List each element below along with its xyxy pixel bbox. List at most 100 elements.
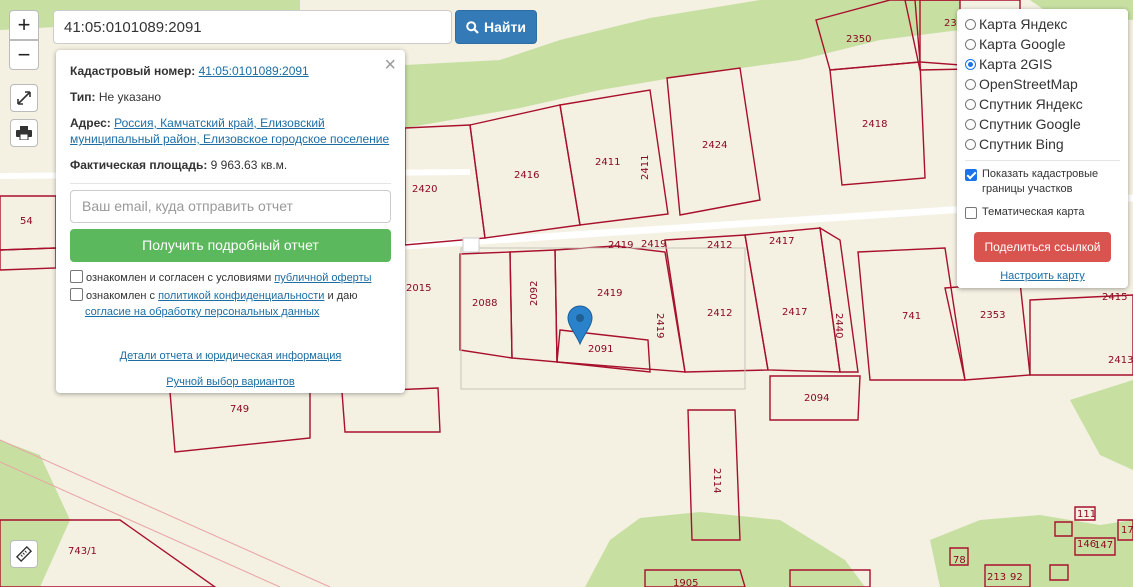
parcel-number-label: 741 [902,311,921,322]
ruler-icon [15,545,33,563]
search-button[interactable]: Найти [455,10,537,44]
close-icon[interactable]: × [384,54,396,77]
layer-option[interactable]: Карта Яндекс [965,14,1120,34]
parcel-number-label: 2413 [1108,355,1133,366]
layer-radio[interactable] [965,119,976,130]
parcel-number-label: 92 [1010,572,1023,583]
parcel-number-label: 2114 [711,468,722,493]
parcel-number-label: 2417 [769,236,794,247]
parcel-number-label: 2419 [654,313,665,338]
layer-option-label: Спутник Bing [979,136,1064,152]
share-link-button[interactable]: Поделиться ссылкой [974,232,1111,262]
print-icon [16,126,32,141]
parcel-number-label: 2353 [980,310,1005,321]
area-label: Фактическая площадь: [70,158,208,172]
type-value: Не указано [98,90,162,104]
parcel-number-label: 2350 [846,34,871,45]
parcel-number-label: 2415 [1102,292,1127,303]
parcel-number-label: 2091 [588,344,613,355]
fullscreen-button[interactable] [10,84,38,112]
parcel-number-label: 2411 [640,155,651,180]
parcel-number-label: 111 [1077,509,1096,520]
search-input[interactable] [53,10,452,44]
zoom-out-button[interactable]: − [9,40,39,70]
layer-option[interactable]: OpenStreetMap [965,74,1120,94]
cadastral-number-label: Кадастровый номер: [70,64,196,78]
layer-radio[interactable] [965,79,976,90]
address-label: Адрес: [70,116,111,130]
consent1-text: ознакомлен и согласен с условиями [86,272,272,284]
layer-radio[interactable] [965,19,976,30]
layer-option-label: Карта 2GIS [979,56,1053,72]
offer-consent-checkbox[interactable] [70,270,83,283]
layer-option-label: Спутник Яндекс [979,96,1083,112]
details-link[interactable]: Детали отчета и юридическая информация [120,350,342,362]
email-input[interactable]: Ваш email, куда отправить отчет [70,190,391,223]
layer-option[interactable]: Спутник Bing [965,134,1120,154]
personal-data-link[interactable]: согласие на обработку персональных данны… [85,306,319,318]
layer-option-label: Карта Яндекс [979,16,1068,32]
privacy-consent-checkbox[interactable] [70,288,83,301]
layer-option[interactable]: Спутник Google [965,114,1120,134]
parcel-number-label: 174 [1121,525,1133,536]
layer-radio[interactable] [965,139,976,150]
parcel-number-label: 749 [230,404,249,415]
layer-option[interactable]: Карта Google [965,34,1120,54]
parcel-number-label: 2424 [702,140,727,151]
type-label: Тип: [70,90,96,104]
layer-option-label: Карта Google [979,36,1066,52]
show-borders-checkbox[interactable] [965,169,977,181]
ruler-button[interactable] [10,540,38,568]
privacy-policy-link[interactable]: политикой конфиденциальности [158,290,324,302]
parcel-number-label: 2419 [641,239,666,250]
public-offer-link[interactable]: публичной оферты [274,272,371,284]
zoom-in-button[interactable]: + [9,10,39,40]
layer-option[interactable]: Карта 2GIS [965,54,1120,74]
thematic-map-label: Тематическая карта [982,206,1085,218]
print-button[interactable] [10,119,38,147]
area-value: 9 963.63 кв.м. [210,158,288,172]
parcel-number-label: 2094 [804,393,829,404]
parcel-number-label: 213 [987,572,1006,583]
consent2-text2: и даю [327,290,358,302]
layer-option-label: Спутник Google [979,116,1081,132]
show-borders-label: Показать кадастровые границы участков [982,168,1099,195]
layer-radio[interactable] [965,99,976,110]
layer-radio[interactable] [965,59,976,70]
fullscreen-icon [17,91,31,105]
parcel-number-label: 78 [953,555,966,566]
parcel-number-label: 2015 [406,283,431,294]
parcel-number-label: 54 [20,216,33,227]
thematic-map-checkbox[interactable] [965,207,977,219]
layer-switcher: Карта Яндекс Карта Google Карта 2GIS OpenSt… [957,9,1128,288]
consent2-text: ознакомлен с [86,290,156,302]
configure-map-link[interactable]: Настроить карту [1000,270,1085,282]
parcel-number-label: 2416 [514,170,539,181]
parcel-number-label: 2420 [412,184,437,195]
parcel-number-label: 2417 [782,307,807,318]
parcel-number-label: 2440 [833,313,844,338]
layer-radio[interactable] [965,39,976,50]
parcel-number-label: 147 [1094,540,1113,551]
parcel-number-label: 1905 [673,578,698,587]
parcel-number-label: 2418 [862,119,887,130]
layer-option-label: OpenStreetMap [979,76,1078,92]
manual-selection-link[interactable]: Ручной выбор вариантов [166,376,294,388]
layer-option[interactable]: Спутник Яндекс [965,94,1120,114]
search-icon [466,20,479,34]
address-link[interactable]: Россия, Камчатский край, Елизовский муни… [70,116,389,146]
parcel-number-label: 2419 [597,288,622,299]
parcel-number-label: 2419 [608,240,633,251]
parcel-number-label: 2411 [595,157,620,168]
parcel-number-label: 2412 [707,240,732,251]
broken-image [462,237,480,253]
parcel-number-label: 2092 [529,281,540,306]
parcel-number-label: 2412 [707,308,732,319]
parcel-number-label: 2088 [472,298,497,309]
parcel-number-label: 743/1 [68,546,97,557]
parcel-number-label: 23 [944,18,957,29]
cadastral-number-link[interactable]: 41:05:0101089:2091 [199,64,309,78]
search-button-label: Найти [484,19,526,35]
parcel-info-popup: × Кадастровый номер: 41:05:0101089:2091 … [56,50,405,393]
get-report-button[interactable]: Получить подробный отчет [70,229,391,262]
